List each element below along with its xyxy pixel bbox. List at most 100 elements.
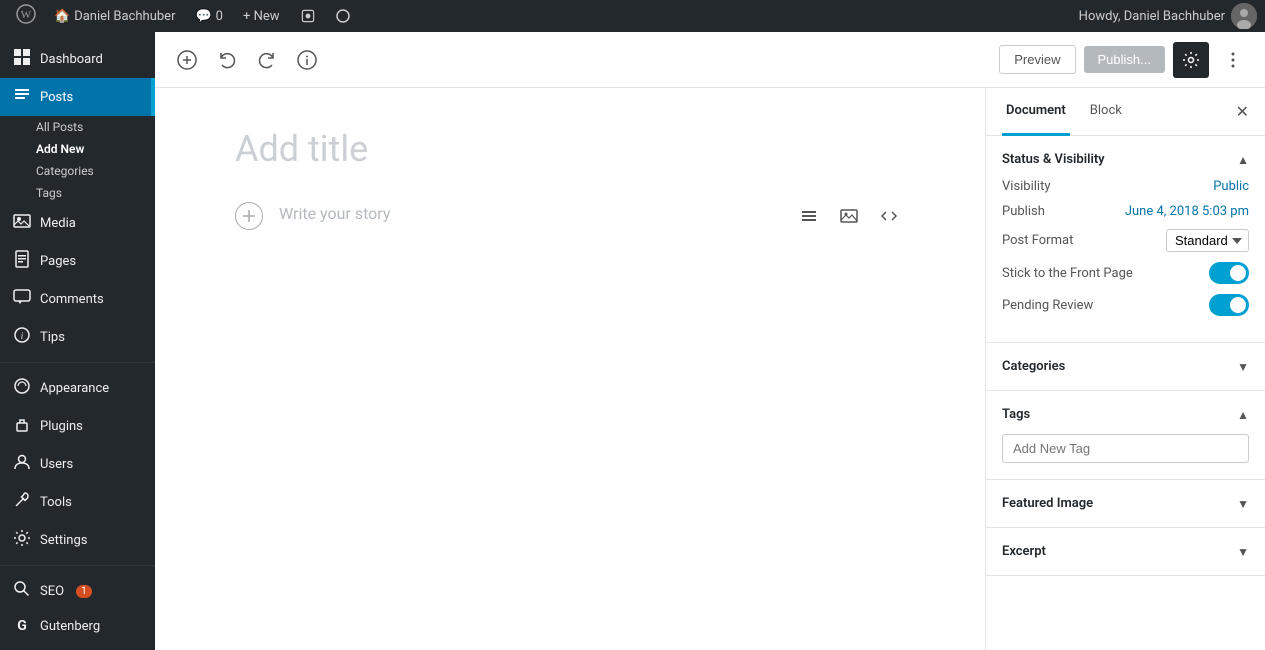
- sidebar-item-dashboard[interactable]: Dashboard: [0, 40, 155, 78]
- svg-text:W: W: [21, 9, 32, 21]
- sidebar-divider-2: [0, 565, 155, 566]
- excerpt-title: Excerpt: [1002, 544, 1046, 559]
- excerpt-chevron-down: ▼: [1237, 545, 1249, 559]
- admin-bar: W 🏠 Daniel Bachhuber 💬 0 + New Howdy, Da…: [0, 0, 1265, 32]
- sidebar-item-seo[interactable]: SEO 1: [0, 572, 155, 610]
- sidebar-item-media[interactable]: Media: [0, 204, 155, 242]
- toolbar-right: Preview Publish...: [999, 42, 1249, 78]
- info-button[interactable]: [291, 44, 323, 76]
- post-format-label: Post Format: [1002, 233, 1073, 248]
- tips-icon: i: [12, 326, 32, 348]
- section-featured-image: Featured Image ▼: [986, 480, 1265, 528]
- image-insert-button[interactable]: [833, 200, 865, 232]
- sidebar-item-comments[interactable]: Comments: [0, 280, 155, 318]
- sidebar-sub-categories[interactable]: Categories: [0, 160, 155, 182]
- right-sidebar: Document Block ✕ Status & Visibility ▲ V…: [985, 88, 1265, 650]
- pending-review-toggle[interactable]: [1209, 294, 1249, 316]
- sidebar-item-settings[interactable]: Settings: [0, 521, 155, 559]
- status-visibility-chevron-up: ▲: [1237, 153, 1249, 167]
- section-excerpt: Excerpt ▼: [986, 528, 1265, 576]
- sidebar-item-media-label: Media: [40, 216, 76, 231]
- tags-header[interactable]: Tags ▲: [1002, 407, 1249, 422]
- tag-input[interactable]: [1002, 434, 1249, 463]
- settings-icon: [12, 529, 32, 551]
- plugins-icon: [12, 415, 32, 437]
- sidebar-sub-tags[interactable]: Tags: [0, 182, 155, 204]
- excerpt-header[interactable]: Excerpt ▼: [1002, 544, 1249, 559]
- comments-icon: 💬: [195, 9, 211, 24]
- tab-document[interactable]: Document: [1002, 88, 1070, 136]
- avatar: [1231, 3, 1257, 29]
- admin-bar-plugin[interactable]: [290, 0, 326, 32]
- dashboard-icon: [12, 48, 32, 70]
- section-tags: Tags ▲: [986, 391, 1265, 480]
- sidebar-item-plugins[interactable]: Plugins: [0, 407, 155, 445]
- featured-image-title: Featured Image: [1002, 496, 1093, 511]
- sidebar-item-settings-label: Settings: [40, 533, 87, 548]
- more-options-button[interactable]: [1217, 44, 1249, 76]
- publish-label: Publish: [1002, 204, 1045, 219]
- sidebar-item-users-label: Users: [40, 457, 73, 472]
- stick-front-page-row: Stick to the Front Page: [1002, 262, 1249, 284]
- appearance-icon: [12, 377, 32, 399]
- post-format-select[interactable]: Standard Aside Gallery Link Image Quote …: [1166, 229, 1249, 252]
- code-button[interactable]: [873, 200, 905, 232]
- sidebar-item-pages[interactable]: Pages: [0, 242, 155, 280]
- gutenberg-icon: G: [12, 618, 32, 634]
- redo-button[interactable]: [251, 44, 283, 76]
- sidebar-item-tools-label: Tools: [40, 495, 72, 510]
- sidebar-sub-add-new[interactable]: Add New: [0, 138, 155, 160]
- comments-nav-icon: [12, 288, 32, 310]
- section-status-visibility: Status & Visibility ▲ Visibility Public …: [986, 136, 1265, 343]
- sidebar-item-appearance-label: Appearance: [40, 381, 109, 396]
- sidebar-item-posts[interactable]: Posts: [0, 78, 155, 116]
- stick-front-page-toggle[interactable]: [1209, 262, 1249, 284]
- svg-text:i: i: [21, 331, 24, 341]
- posts-icon: [12, 86, 32, 108]
- status-visibility-title: Status & Visibility: [1002, 152, 1105, 167]
- preview-button[interactable]: Preview: [999, 45, 1075, 74]
- admin-bar-circle[interactable]: [326, 0, 360, 32]
- categories-header[interactable]: Categories ▼: [1002, 359, 1249, 374]
- sidebar-item-pages-label: Pages: [40, 254, 76, 269]
- content-area: Preview Publish...: [155, 32, 1265, 650]
- editor-toolbar: Preview Publish...: [155, 32, 1265, 88]
- publish-button[interactable]: Publish...: [1084, 46, 1165, 73]
- sidebar-item-tools[interactable]: Tools: [0, 483, 155, 521]
- tab-block[interactable]: Block: [1086, 88, 1126, 136]
- featured-image-chevron-down: ▼: [1237, 497, 1249, 511]
- story-placeholder[interactable]: Write your story: [279, 200, 777, 223]
- sidebar-divider: [0, 362, 155, 363]
- settings-gear-button[interactable]: [1173, 42, 1209, 78]
- sidebar-sub-all-posts[interactable]: All Posts: [0, 116, 155, 138]
- sidebar-item-comments-label: Comments: [40, 292, 104, 307]
- home-icon: 🏠: [54, 9, 70, 24]
- publish-date[interactable]: June 4, 2018 5:03 pm: [1125, 204, 1249, 219]
- visibility-value[interactable]: Public: [1213, 179, 1249, 194]
- tags-chevron-up: ▲: [1237, 408, 1249, 422]
- add-block-inline-button[interactable]: [235, 202, 263, 230]
- story-area: Write your story: [235, 200, 905, 232]
- sidebar-item-dashboard-label: Dashboard: [40, 52, 103, 67]
- sidebar-item-gutenberg[interactable]: G Gutenberg: [0, 610, 155, 642]
- list-view-button[interactable]: [793, 200, 825, 232]
- admin-bar-site[interactable]: 🏠 Daniel Bachhuber: [44, 0, 185, 32]
- pages-icon: [12, 250, 32, 272]
- admin-bar-new[interactable]: + New: [233, 0, 290, 32]
- sidebar-item-users[interactable]: Users: [0, 445, 155, 483]
- title-input[interactable]: [235, 128, 905, 170]
- pending-review-label: Pending Review: [1002, 298, 1093, 313]
- status-visibility-header[interactable]: Status & Visibility ▲: [1002, 152, 1249, 167]
- visibility-row: Visibility Public: [1002, 179, 1249, 194]
- featured-image-header[interactable]: Featured Image ▼: [1002, 496, 1249, 511]
- seo-icon: [12, 580, 32, 602]
- sidebar-close-button[interactable]: ✕: [1236, 102, 1249, 122]
- sidebar-item-appearance[interactable]: Appearance: [0, 369, 155, 407]
- sidebar-item-seo-label: SEO: [40, 584, 64, 599]
- add-block-toolbar-button[interactable]: [171, 44, 203, 76]
- admin-bar-user[interactable]: Howdy, Daniel Bachhuber: [1079, 3, 1257, 29]
- sidebar-item-tips[interactable]: i Tips: [0, 318, 155, 356]
- wp-logo[interactable]: W: [8, 4, 44, 29]
- undo-button[interactable]: [211, 44, 243, 76]
- admin-bar-comments[interactable]: 💬 0: [185, 0, 233, 32]
